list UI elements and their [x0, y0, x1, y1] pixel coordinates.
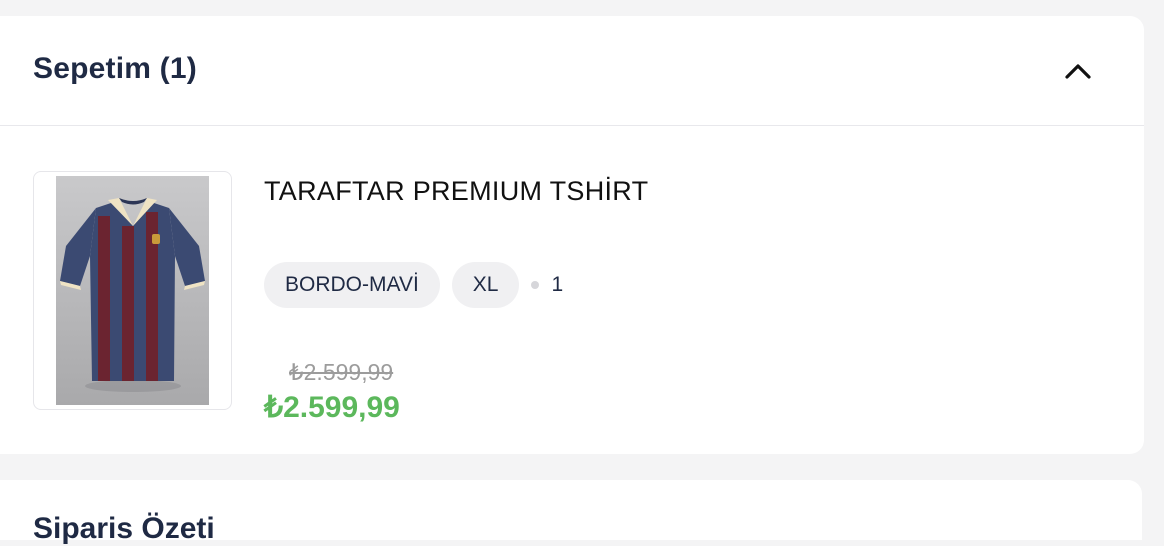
- cart-item: TARAFTAR PREMIUM TSHİRT BORDO-MAVİ XL 1 …: [0, 126, 1144, 454]
- cart-header[interactable]: Sepetim (1): [0, 16, 1144, 126]
- product-image-background: [56, 176, 209, 405]
- cart-card: Sepetim (1) TARAFTAR PREMIUM TSHİRT BORD…: [0, 16, 1144, 454]
- jersey-image: [56, 176, 209, 405]
- chevron-up-icon: [1065, 64, 1091, 79]
- current-price: ₺2.599,99: [264, 391, 400, 424]
- original-price: ₺2.599,99: [289, 359, 394, 385]
- color-chip: BORDO-MAVİ: [264, 262, 440, 308]
- product-name[interactable]: TARAFTAR PREMIUM TSHİRT: [264, 176, 648, 207]
- size-chip: XL: [451, 262, 520, 308]
- collapse-button[interactable]: [1056, 51, 1100, 91]
- order-summary-card: Siparis Özeti: [0, 480, 1142, 545]
- product-image[interactable]: [33, 171, 232, 410]
- order-summary-title: Siparis Özeti: [33, 512, 215, 545]
- separator-dot: [531, 281, 540, 289]
- cart-title: Sepetim (1): [33, 52, 197, 85]
- product-variants: BORDO-MAVİ XL 1: [264, 262, 563, 308]
- quantity-value: 1: [551, 273, 564, 296]
